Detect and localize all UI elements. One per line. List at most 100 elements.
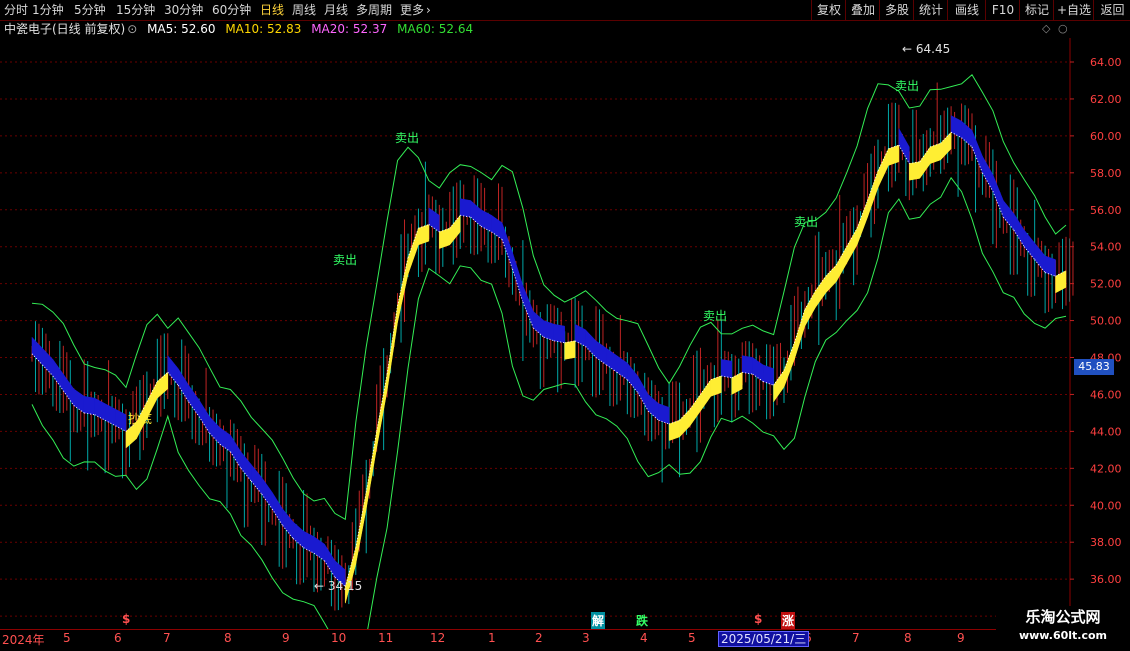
ribbon-segment [888, 144, 900, 166]
period-toolbar: 分时 1分钟 5分钟 15分钟 30分钟 60分钟 日线 周线 月线 多周期 更… [0, 0, 1130, 21]
current-price-tag: 45.83 [1074, 359, 1114, 375]
overlay-button[interactable]: 叠加 [845, 0, 880, 20]
tab-multi-period[interactable]: 多周期 [356, 2, 392, 18]
marker-zhang: 涨 [781, 612, 796, 629]
ribbon-segment [418, 224, 430, 246]
ribbon-segment [282, 508, 294, 540]
ribbon-segment [533, 310, 545, 338]
ribbon-segment [63, 373, 75, 407]
ribbon-segment [198, 399, 210, 435]
stock-name[interactable]: 中瓷电子(日线 前复权) [4, 22, 125, 36]
band-upper [31, 74, 1067, 521]
circle-icon[interactable]: ○ [1058, 22, 1068, 35]
ribbon-segment [689, 393, 701, 427]
ma-ribbon [31, 115, 1067, 604]
f10-button[interactable]: F10 [985, 0, 1020, 20]
ribbon-segment [856, 200, 868, 245]
low-price-label: ← 34.15 [314, 579, 362, 593]
tab-60min[interactable]: 60分钟 [212, 2, 251, 18]
tick-label: 44.00 [1090, 425, 1122, 438]
ribbon-segment [1023, 229, 1035, 261]
mark-button[interactable]: 标记 [1019, 0, 1054, 20]
marker-die: 跌 [636, 614, 649, 628]
ribbon-segment [31, 336, 43, 366]
marker-jie: 解 [591, 612, 606, 629]
ribbon-segment [835, 245, 847, 283]
ribbon-segment [825, 264, 837, 294]
ribbon-segment [741, 355, 753, 375]
tab-monthly[interactable]: 月线 [324, 2, 348, 18]
watermark-title: 乐淘公式网 [1025, 608, 1101, 626]
tick-label: 58.00 [1090, 167, 1122, 180]
tick-label: 62.00 [1090, 93, 1122, 106]
kline-chart[interactable]: 64.00 62.00 60.00 58.00 56.00 54.00 52.00 50.00… [0, 38, 1130, 629]
tab-fenshi[interactable]: 分时 [4, 2, 28, 18]
tab-30min[interactable]: 30分钟 [164, 2, 203, 18]
chevron-right-icon[interactable]: › [426, 2, 431, 18]
ma10-value: MA10: 52.83 [225, 22, 302, 36]
dropdown-icon[interactable]: ⊙ [127, 22, 137, 36]
ma20-value: MA20: 52.37 [311, 22, 388, 36]
multi-stock-button[interactable]: 多股 [879, 0, 914, 20]
ribbon-segment [125, 421, 137, 449]
tab-weekly[interactable]: 周线 [292, 2, 316, 18]
ribbon-segment [177, 367, 189, 403]
month-label: 2024年 [2, 633, 45, 647]
ribbon-segment [783, 342, 795, 388]
tick-label: 40.00 [1090, 499, 1122, 512]
crosshair-date: 2025/05/21/三 [718, 631, 810, 647]
tick-label: 52.00 [1090, 278, 1122, 291]
tick-label: 60.00 [1090, 130, 1122, 143]
fuquan-button[interactable]: 复权 [811, 0, 846, 20]
ribbon-segment [512, 252, 524, 303]
diamond-icon[interactable]: ◇ [1042, 22, 1050, 35]
ribbon-segment [261, 476, 273, 510]
ribbon-segment [1003, 199, 1015, 231]
watermark-url: www.60lt.com [1018, 629, 1108, 642]
month-label: 7 [852, 631, 860, 645]
ribbon-segment [794, 309, 806, 360]
ribbon-segment [115, 408, 127, 432]
signal-label: 卖出 [703, 309, 727, 323]
ribbon-segment [522, 285, 534, 329]
ribbon-segment [658, 403, 670, 425]
month-label: 3 [582, 631, 590, 645]
candle-bars [31, 82, 1074, 611]
statistics-button[interactable]: 统计 [913, 0, 948, 20]
tick-label: 46.00 [1090, 388, 1122, 401]
tab-daily[interactable]: 日线 [260, 2, 284, 18]
ribbon-segment [929, 142, 941, 164]
add-watchlist-button[interactable]: +自选 [1053, 0, 1094, 20]
ribbon-segment [376, 374, 388, 449]
ribbon-segment [585, 329, 597, 359]
ribbon-segment [543, 320, 555, 342]
tab-15min[interactable]: 15分钟 [116, 2, 155, 18]
signal-label: 卖出 [794, 215, 818, 229]
ribbon-segment [188, 384, 200, 418]
tab-1min[interactable]: 1分钟 [32, 2, 64, 18]
tick-label: 56.00 [1090, 204, 1122, 217]
tab-more[interactable]: 更多 [400, 2, 424, 18]
ribbon-segment [251, 463, 263, 495]
back-button[interactable]: 返回 [1093, 0, 1130, 20]
ribbon-segment [574, 323, 586, 347]
ribbon-segment [982, 155, 994, 193]
ribbon-segment [407, 228, 419, 275]
ribbon-segment [700, 378, 712, 412]
ribbon-segment [449, 214, 461, 246]
signal-label: 卖出 [333, 253, 357, 267]
marker-dollar-2: $ [754, 612, 763, 626]
ribbon-segment [230, 434, 242, 470]
ribbon-segment [480, 209, 492, 233]
ribbon-segment [679, 408, 691, 438]
envelope-band [31, 74, 1067, 629]
draw-line-button[interactable]: 画线 [947, 0, 986, 20]
month-label: 2 [535, 631, 543, 645]
ribbon-segment [637, 375, 649, 413]
ribbon-segment [961, 120, 973, 148]
ribbon-segment [386, 305, 398, 391]
month-label: 5 [688, 631, 696, 645]
ma5-value: MA5: 52.60 [147, 22, 216, 36]
ribbon-segment [240, 450, 252, 482]
tab-5min[interactable]: 5分钟 [74, 2, 106, 18]
